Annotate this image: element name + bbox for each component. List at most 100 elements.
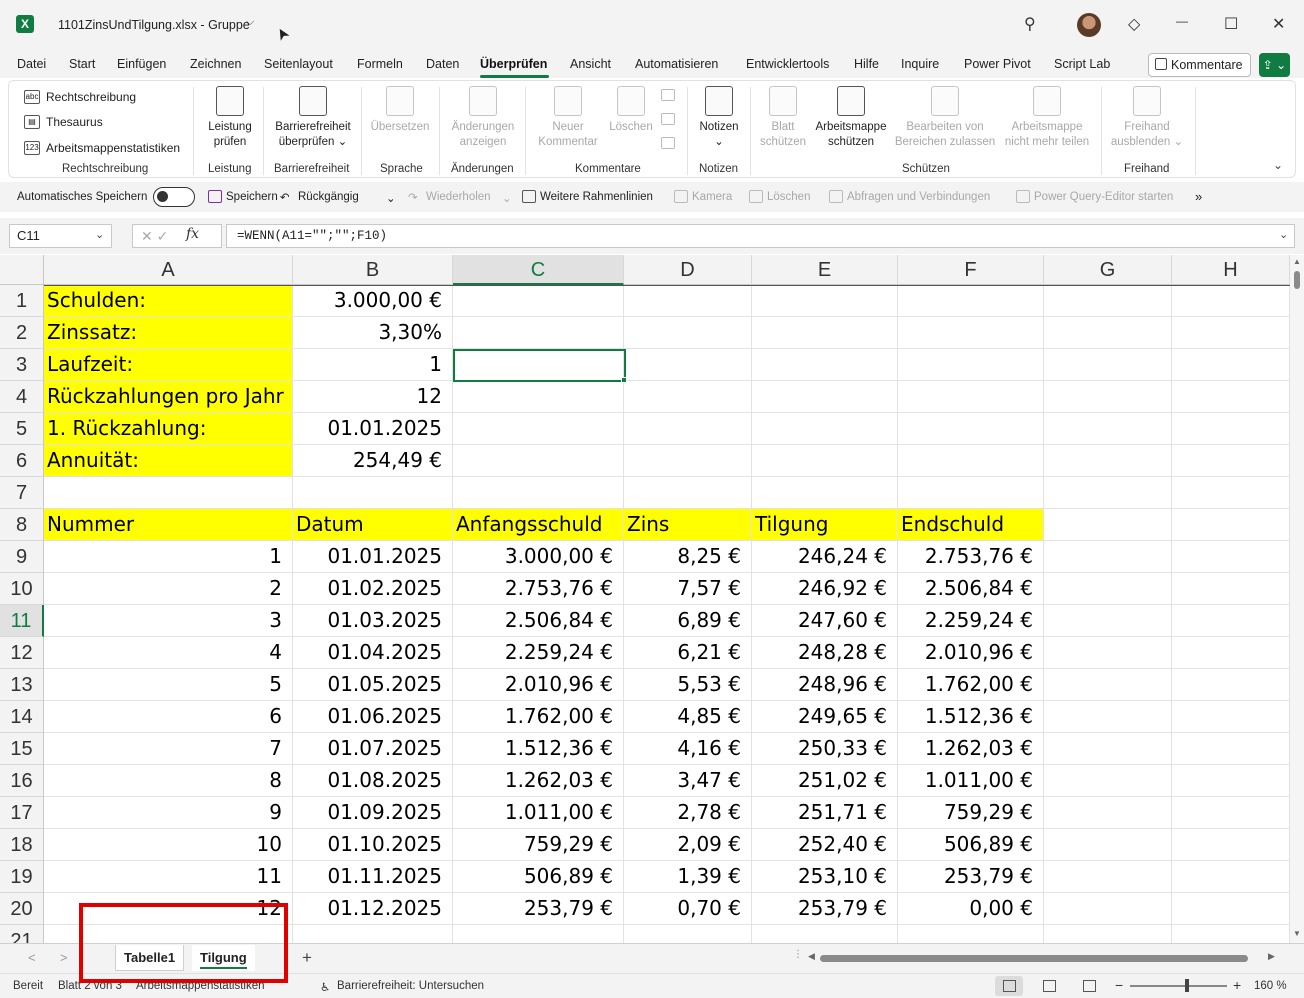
cell-a14[interactable]: 6 [44, 701, 293, 733]
tab-power-pivot[interactable]: Power Pivot [964, 57, 1031, 71]
cell-e4[interactable] [752, 381, 898, 413]
cell-e19[interactable]: 253,10 € [752, 861, 898, 893]
cell-c2[interactable] [453, 317, 624, 349]
row-header-15[interactable]: 15 [0, 733, 44, 765]
cell-h11[interactable] [1172, 605, 1290, 637]
cell-d17[interactable]: 2,78 € [624, 797, 752, 829]
sheet-tab-tilgung[interactable]: Tilgung [192, 945, 255, 971]
cell-g6[interactable] [1044, 445, 1172, 477]
cell-a5[interactable]: 1. Rückzahlung: [44, 413, 293, 445]
row-header-17[interactable]: 17 [0, 797, 44, 829]
cell-b8[interactable]: Datum [293, 509, 453, 541]
title-chevron-icon[interactable]: ⌵ [246, 16, 254, 29]
cell-a9[interactable]: 1 [44, 541, 293, 573]
zoom-out-icon[interactable]: − [1115, 977, 1123, 993]
cell-b17[interactable]: 01.09.2025 [293, 797, 453, 829]
cell-h12[interactable] [1172, 637, 1290, 669]
cell-e2[interactable] [752, 317, 898, 349]
cell-e12[interactable]: 248,28 € [752, 637, 898, 669]
redo-button[interactable]: ↷ Wiederholen [408, 191, 491, 204]
allow-edit-ranges-button[interactable]: Bearbeiten von Bereichen zulassen [893, 86, 997, 150]
cell-g17[interactable] [1044, 797, 1172, 829]
maximize-icon[interactable]: ☐ [1224, 14, 1238, 34]
cell-g18[interactable] [1044, 829, 1172, 861]
cell-a2[interactable]: Zinssatz: [44, 317, 293, 349]
cell-f11[interactable]: 2.259,24 € [898, 605, 1044, 637]
sheet-tab-tabelle1[interactable]: Tabelle1 [115, 945, 185, 971]
cell-g19[interactable] [1044, 861, 1172, 893]
vertical-scrollbar[interactable]: ▲ ▼ [1290, 255, 1304, 943]
cell-h7[interactable] [1172, 477, 1290, 509]
cell-b12[interactable]: 01.04.2025 [293, 637, 453, 669]
cell-e13[interactable]: 248,96 € [752, 669, 898, 701]
cell-c12[interactable]: 2.259,24 € [453, 637, 624, 669]
column-header-c[interactable]: C [453, 255, 624, 285]
cell-g15[interactable] [1044, 733, 1172, 765]
cell-a7[interactable] [44, 477, 293, 509]
cell-e5[interactable] [752, 413, 898, 445]
row-header-8[interactable]: 8 [0, 509, 44, 541]
cell-a6[interactable]: Annuität: [44, 445, 293, 477]
row-header-13[interactable]: 13 [0, 669, 44, 701]
cell-f7[interactable] [898, 477, 1044, 509]
cell-e9[interactable]: 246,24 € [752, 541, 898, 573]
scroll-down-icon[interactable]: ▼ [1293, 929, 1301, 938]
vertical-scroll-thumb[interactable] [1294, 271, 1300, 289]
cell-a10[interactable]: 2 [44, 573, 293, 605]
column-header-f[interactable]: F [898, 255, 1044, 285]
row-header-10[interactable]: 10 [0, 573, 44, 605]
delete-comment-button[interactable]: Löschen [605, 86, 657, 135]
cell-h14[interactable] [1172, 701, 1290, 733]
cell-e14[interactable]: 249,65 € [752, 701, 898, 733]
cell-b18[interactable]: 01.10.2025 [293, 829, 453, 861]
cell-d4[interactable] [624, 381, 752, 413]
cell-b16[interactable]: 01.08.2025 [293, 765, 453, 797]
cell-g10[interactable] [1044, 573, 1172, 605]
cell-b2[interactable]: 3,30% [293, 317, 453, 349]
expand-formula-icon[interactable]: ⌄ [1279, 228, 1288, 241]
cell-e8[interactable]: Tilgung [752, 509, 898, 541]
cell-b10[interactable]: 01.02.2025 [293, 573, 453, 605]
cell-a4[interactable]: Rückzahlungen pro Jahr [44, 381, 293, 413]
cell-b1[interactable]: 3.000,00 € [293, 285, 453, 317]
cell-g8[interactable] [1044, 509, 1172, 541]
cell-b3[interactable]: 1 [293, 349, 453, 381]
row-header-5[interactable]: 5 [0, 413, 44, 445]
cell-b20[interactable]: 01.12.2025 [293, 893, 453, 925]
cell-a15[interactable]: 7 [44, 733, 293, 765]
cell-f8[interactable]: Endschuld [898, 509, 1044, 541]
cell-b21[interactable] [293, 925, 453, 943]
cell-a18[interactable]: 10 [44, 829, 293, 861]
horizontal-scrollbar[interactable]: ◀ ▶ [808, 951, 1278, 965]
zoom-slider[interactable] [1130, 985, 1227, 987]
row-header-6[interactable]: 6 [0, 445, 44, 477]
scroll-right-icon[interactable]: ▶ [1268, 951, 1275, 962]
cell-a12[interactable]: 4 [44, 637, 293, 669]
cell-b11[interactable]: 01.03.2025 [293, 605, 453, 637]
normal-view-button[interactable] [995, 976, 1023, 996]
cell-b7[interactable] [293, 477, 453, 509]
queries-connections-button[interactable]: Abfragen und Verbindungen [829, 190, 990, 203]
cell-h3[interactable] [1172, 349, 1290, 381]
horizontal-scroll-thumb[interactable] [820, 955, 1248, 962]
cell-b9[interactable]: 01.01.2025 [293, 541, 453, 573]
formula-cancel-confirm[interactable]: ✕ ✓ [132, 224, 222, 248]
cell-g20[interactable] [1044, 893, 1172, 925]
cell-d12[interactable]: 6,21 € [624, 637, 752, 669]
cell-h18[interactable] [1172, 829, 1290, 861]
cell-e17[interactable]: 251,71 € [752, 797, 898, 829]
close-icon[interactable]: ✕ [1272, 14, 1285, 34]
cell-h19[interactable] [1172, 861, 1290, 893]
cell-c15[interactable]: 1.512,36 € [453, 733, 624, 765]
cell-f16[interactable]: 1.011,00 € [898, 765, 1044, 797]
tab-ueberpruefen[interactable]: Überprüfen [480, 57, 547, 71]
cell-f10[interactable]: 2.506,84 € [898, 573, 1044, 605]
show-comments-icon[interactable] [661, 137, 675, 149]
row-header-9[interactable]: 9 [0, 541, 44, 573]
cell-f3[interactable] [898, 349, 1044, 381]
row-header-14[interactable]: 14 [0, 701, 44, 733]
row-header-16[interactable]: 16 [0, 765, 44, 797]
row-header-19[interactable]: 19 [0, 861, 44, 893]
page-layout-view-button[interactable] [1035, 976, 1063, 996]
cell-e6[interactable] [752, 445, 898, 477]
